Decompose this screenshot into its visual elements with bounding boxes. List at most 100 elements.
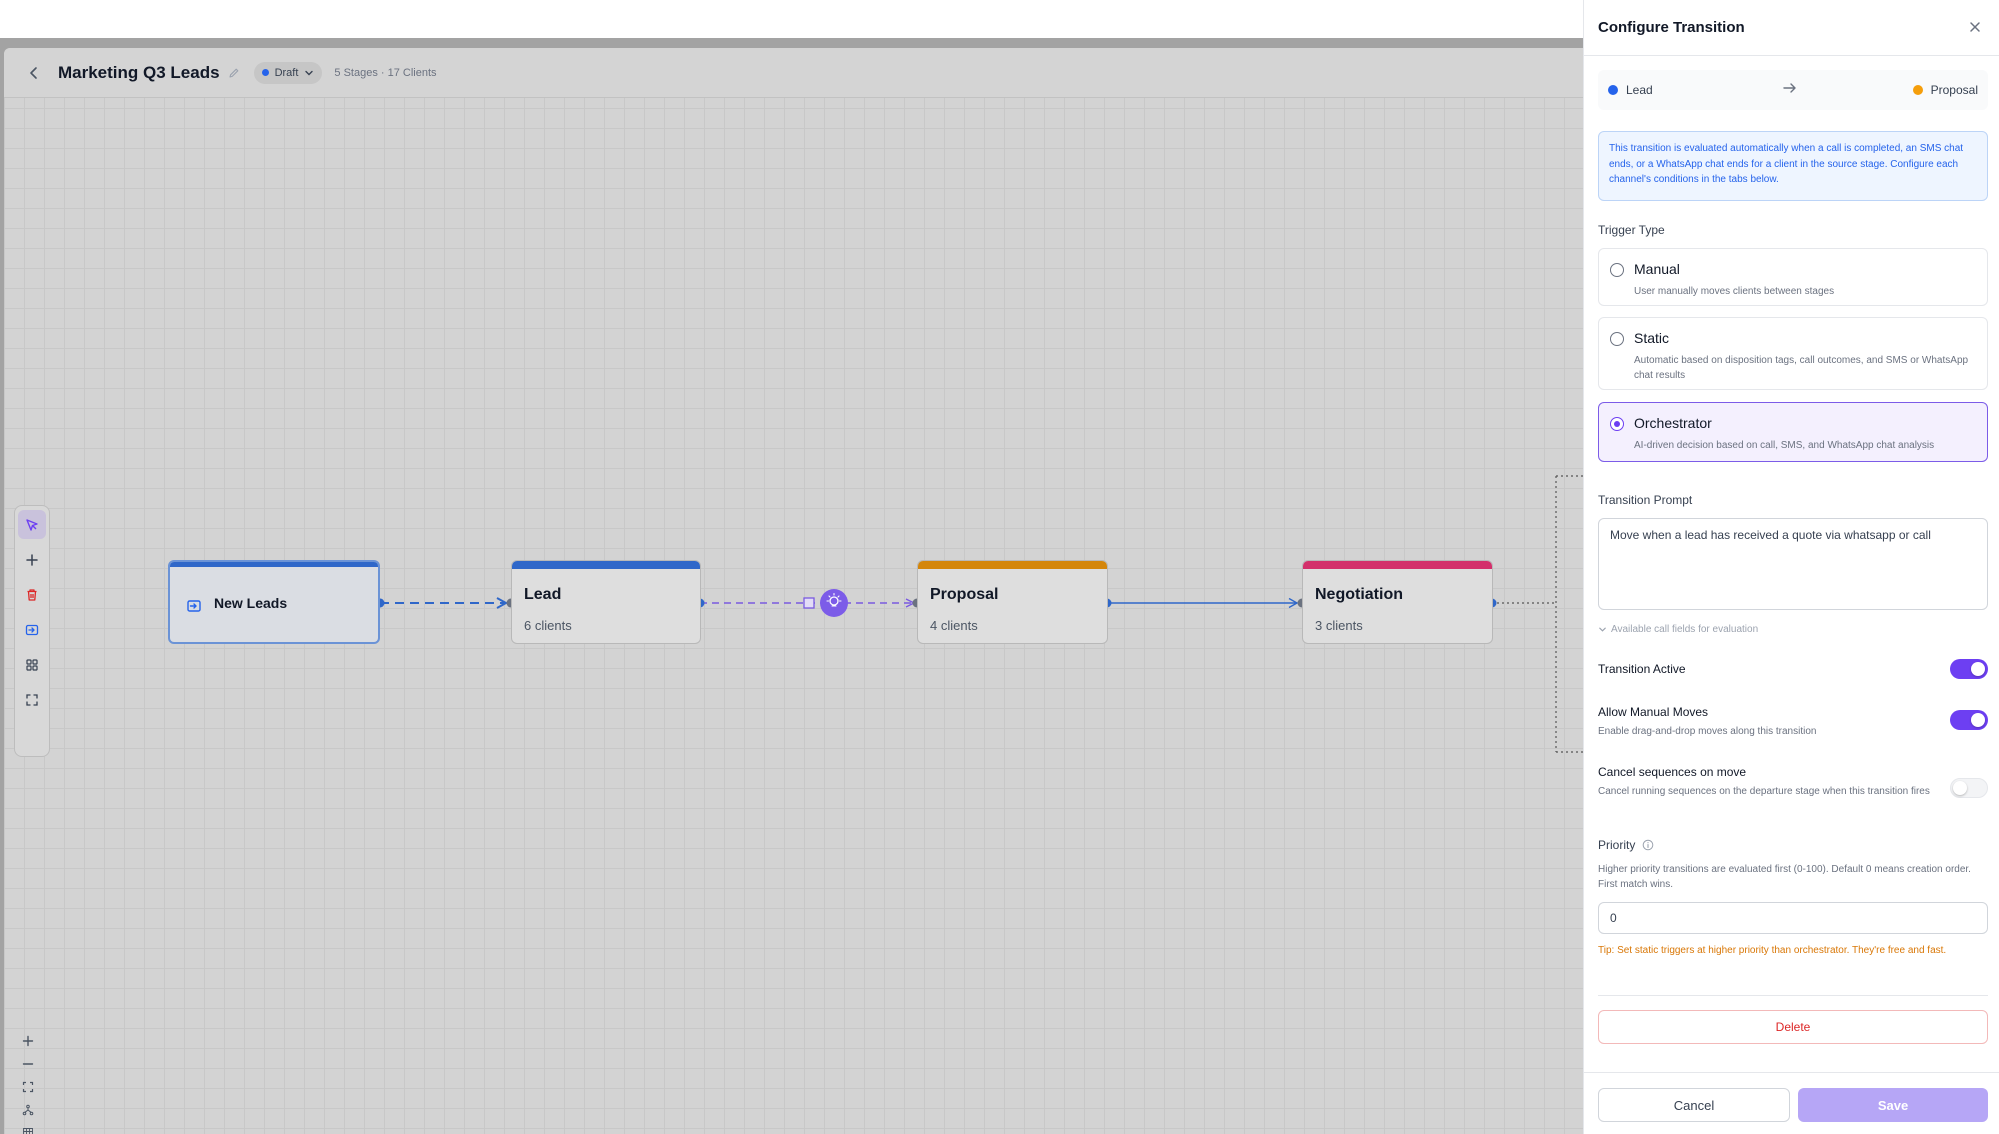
node-client-count: 4 clients [930,618,978,633]
switch-knob [1971,713,1985,727]
trigger-type-label: Trigger Type [1598,223,1665,237]
editor-header: Marketing Q3 Leads Draft 5 Stages · 17 C… [4,48,1583,98]
from-stage-label: Lead [1626,83,1653,97]
node-color-bar [170,562,378,567]
node-color-bar [1303,561,1492,569]
minimap-button[interactable] [17,1122,39,1134]
info-box: This transition is evaluated automatical… [1598,131,1988,201]
node-title: Lead [524,586,562,603]
source-node-new-leads[interactable]: New Leads [168,560,380,644]
to-stage: Proposal [1912,83,1978,97]
fullscreen-icon [22,1081,34,1093]
panel-title: Configure Transition [1598,19,1745,36]
info-icon[interactable] [1642,839,1654,851]
cancel-sequences-switch[interactable] [1950,778,1988,798]
from-stage: Lead [1608,83,1653,97]
status-dropdown[interactable]: Draft [253,61,323,84]
node-title: Negotiation [1315,586,1403,603]
fit-screen-button[interactable] [17,1076,39,1098]
tool-palette [14,505,50,757]
delete-tool-button[interactable] [18,580,46,609]
page-title: Marketing Q3 Leads [58,62,220,82]
option-title: Static [1634,330,1670,346]
radio-manual[interactable] [1610,263,1624,277]
priority-input[interactable] [1598,902,1988,934]
chevron-down-icon [1599,627,1606,632]
radio-orchestrator[interactable] [1610,417,1624,431]
stage-node-negotiation[interactable]: Negotiation 3 clients [1302,560,1493,644]
stage-node-lead[interactable]: Lead 6 clients [511,560,701,644]
divider [1598,995,1988,996]
enter-icon [25,624,39,635]
transition-active-switch[interactable] [1950,659,1988,679]
transition-prompt-label: Transition Prompt [1598,493,1693,507]
allow-manual-description: Enable drag-and-drop moves along this tr… [1598,726,1817,737]
plus-icon [26,553,38,566]
cancel-sequences-label: Cancel sequences on move [1598,765,1747,779]
to-stage-dot [1912,85,1923,95]
option-title: Orchestrator [1634,415,1712,431]
switch-knob [1953,781,1967,795]
edge-midpoint-handle [803,597,815,609]
node-client-count: 3 clients [1315,618,1363,633]
chevron-down-icon [305,70,314,75]
zoom-out-button[interactable] [17,1053,39,1075]
add-stage-button[interactable] [18,545,46,574]
radio-static[interactable] [1610,332,1624,346]
auto-layout-button[interactable] [17,1099,39,1121]
save-button[interactable]: Save [1798,1088,1988,1122]
chevron-left-icon [30,66,37,79]
trigger-option-orchestrator[interactable]: Orchestrator AI-driven decision based on… [1598,402,1988,462]
option-description: Automatic based on disposition tags, cal… [1634,355,1969,381]
transition-prompt-input[interactable] [1598,518,1988,610]
orchestrator-edge-badge [820,589,848,617]
cancel-sequences-description: Cancel running sequences on the departur… [1598,786,1930,797]
option-description: User manually moves clients between stag… [1634,286,1835,297]
switch-knob [1971,662,1985,676]
arrow-right-icon [1782,80,1798,101]
cancel-button[interactable]: Cancel [1598,1088,1790,1122]
expand-icon [26,693,38,706]
priority-description: Higher priority transitions are evaluate… [1598,864,1971,890]
from-stage-dot [1608,85,1618,95]
node-color-bar [918,561,1107,569]
footer-divider [1584,1072,1999,1073]
minus-icon [22,1063,34,1065]
grid-icon [23,1128,33,1134]
priority-label: Priority [1598,838,1636,852]
option-title: Manual [1634,261,1680,277]
priority-tip: Tip: Set static triggers at higher prior… [1598,945,1947,956]
configure-transition-panel: Configure Transition Lead Proposal This … [1583,0,1999,1134]
available-fields-label: Available call fields for evaluation [1611,624,1759,635]
available-fields-toggle[interactable]: Available call fields for evaluation [1598,624,1758,635]
trigger-option-static[interactable]: Static Automatic based on disposition ta… [1598,317,1988,390]
option-description: AI-driven decision based on call, SMS, a… [1634,440,1935,451]
node-color-bar [512,561,700,569]
select-tool-button[interactable] [18,510,46,539]
stage-node-proposal[interactable]: Proposal 4 clients [917,560,1108,644]
transition-route: Lead Proposal [1598,70,1988,110]
node-title: New Leads [214,595,288,611]
status-dot [261,69,269,76]
allow-manual-switch[interactable] [1950,710,1988,730]
plus-icon [22,1035,34,1047]
fit-view-button[interactable] [18,685,46,714]
trigger-option-manual[interactable]: Manual User manually moves clients betwe… [1598,248,1988,306]
back-button[interactable] [22,61,46,85]
status-label: Draft [274,66,299,79]
close-button[interactable] [1964,16,1986,38]
priority-heading: Priority [1598,838,1654,852]
pencil-icon[interactable] [228,66,242,80]
cursor-icon [26,518,38,531]
grid-layout-button[interactable] [18,650,46,679]
entry-point-button[interactable] [18,615,46,644]
grid-icon [26,658,38,671]
top-strip [0,0,1583,38]
stage-client-count: 5 Stages · 17 Clients [334,66,437,79]
zoom-in-button[interactable] [17,1030,39,1052]
zoom-controls [16,1030,40,1134]
delete-button[interactable]: Delete [1598,1010,1988,1044]
allow-manual-label: Allow Manual Moves [1598,705,1709,719]
transition-active-label: Transition Active [1598,662,1686,676]
node-client-count: 6 clients [524,618,572,633]
